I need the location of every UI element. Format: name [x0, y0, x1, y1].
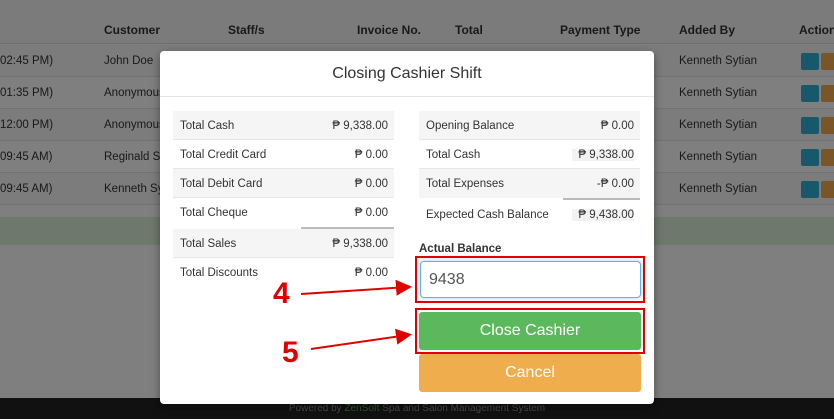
summary-value: ₱ 0.00	[354, 178, 388, 190]
summary-value: ₱ 0.00	[354, 207, 388, 219]
balance-label: Total Expenses	[426, 178, 504, 190]
annotation-box-input	[415, 256, 645, 303]
annotation-box-close-button	[415, 308, 645, 354]
balance-value: ₱ 9,338.00	[572, 149, 634, 161]
summary-label: Total Cheque	[180, 207, 248, 219]
actual-balance-label: Actual Balance	[419, 243, 502, 255]
summary-row-total-cash: Total Cash ₱ 9,338.00	[173, 111, 394, 140]
summary-value: ₱ 9,338.00	[332, 238, 388, 250]
balance-row-total-cash: Total Cash ₱ 9,338.00	[419, 140, 640, 169]
sales-summary-table: Total Cash ₱ 9,338.00 Total Credit Card …	[173, 111, 394, 287]
summary-label: Total Cash	[180, 120, 235, 132]
balance-row-opening-balance: Opening Balance ₱ 0.00	[419, 111, 640, 140]
balance-value: ₱ 9,438.00	[572, 209, 634, 221]
balance-label: Expected Cash Balance	[426, 209, 549, 221]
balance-value: -₱ 0.00	[596, 178, 634, 190]
summary-value: ₱ 0.00	[354, 267, 388, 279]
summary-row-total-cheque: Total Cheque ₱ 0.00	[173, 198, 394, 227]
summary-row-total-credit-card: Total Credit Card ₱ 0.00	[173, 140, 394, 169]
annotation-step-5: 5	[282, 336, 299, 369]
annotation-step-4: 4	[273, 277, 290, 310]
summary-value: ₱ 9,338.00	[332, 120, 388, 132]
summary-row-total-sales: Total Sales ₱ 9,338.00	[173, 229, 394, 258]
summary-value: ₱ 0.00	[354, 149, 388, 161]
modal-header: Closing Cashier Shift	[160, 51, 654, 97]
summary-label: Total Discounts	[180, 267, 258, 279]
balance-row-total-expenses: Total Expenses -₱ 0.00	[419, 169, 640, 198]
balance-value: ₱ 0.00	[600, 120, 634, 132]
summary-row-total-debit-card: Total Debit Card ₱ 0.00	[173, 169, 394, 198]
summary-label: Total Debit Card	[180, 178, 263, 190]
balance-label: Opening Balance	[426, 120, 515, 132]
balance-row-expected-cash: Expected Cash Balance ₱ 9,438.00	[419, 200, 640, 229]
summary-label: Total Credit Card	[180, 149, 267, 161]
cancel-button[interactable]: Cancel	[419, 354, 641, 392]
balance-label: Total Cash	[426, 149, 481, 161]
summary-label: Total Sales	[180, 238, 237, 250]
modal-title: Closing Cashier Shift	[332, 65, 482, 82]
cash-balance-table: Opening Balance ₱ 0.00 Total Cash ₱ 9,33…	[419, 111, 640, 229]
